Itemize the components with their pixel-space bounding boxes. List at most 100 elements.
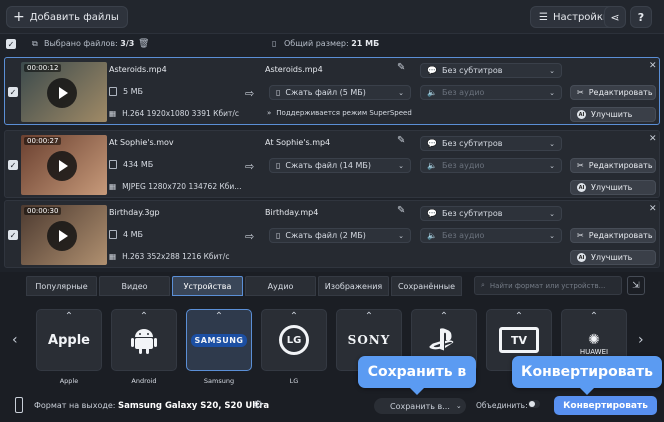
chevron-up-icon[interactable]: ⌃ (37, 312, 101, 322)
phone-icon (15, 397, 23, 413)
format-tab[interactable]: Сохранённые (391, 276, 462, 296)
output-file-name: Asteroids.mp4 (265, 65, 323, 74)
chevron-up-icon[interactable]: ⌃ (487, 312, 551, 322)
video-thumbnail[interactable]: 00:00:12 (21, 62, 107, 122)
convert-callout: Конвертировать (512, 356, 662, 395)
play-icon[interactable] (47, 151, 77, 181)
format-tab[interactable]: Популярные (26, 276, 97, 296)
subtitles-select[interactable]: 💬 Без субтитров ⌄ (420, 206, 562, 221)
subtitles-select[interactable]: 💬 Без субтитров ⌄ (420, 136, 562, 151)
files-icon: ⧉ (32, 39, 38, 48)
chevron-up-icon[interactable]: ⌃ (562, 312, 626, 322)
share-button[interactable]: ⋖ (604, 6, 626, 28)
chevron-down-icon: ⌄ (549, 231, 555, 240)
format-tab[interactable]: Устройства (172, 276, 243, 296)
play-icon[interactable] (47, 78, 77, 108)
select-all-checkbox[interactable]: ✓ (6, 39, 16, 49)
convert-arrow-icon: ⇨ (245, 87, 255, 100)
compress-icon: ▯ (276, 231, 281, 240)
device-card[interactable]: ⌃ (111, 309, 177, 371)
add-files-button[interactable]: + Добавить файлы (6, 6, 128, 28)
rename-pencil-icon[interactable]: ✎ (397, 205, 405, 216)
play-icon[interactable] (47, 221, 77, 251)
app-window: + Добавить файлы ☰ Настройки ⋖ ? ✓ ⧉ Выб… (0, 0, 664, 422)
custom-format-icon[interactable]: ⇲ (627, 276, 645, 295)
output-format: Формат на выходе: Samsung Galaxy S20, S2… (34, 401, 270, 411)
audio-select[interactable]: 🔈 Без аудио ⌄ (420, 158, 562, 173)
convert-button[interactable]: Конвертировать (554, 396, 657, 415)
subtitles-icon: 💬 (427, 139, 437, 148)
audio-select[interactable]: 🔈 Без аудио ⌄ (420, 228, 562, 243)
device-card[interactable]: ⌃ Apple (36, 309, 102, 371)
file-row[interactable]: ✓ 00:00:27 At Sophie's.mov 434 МБ ▦ MJPEG… (4, 130, 660, 198)
compress-select[interactable]: ▯ Сжать файл (2 МБ) ⌄ (269, 228, 411, 243)
file-checkbox[interactable]: ✓ (8, 230, 18, 240)
improve-button[interactable]: AI Улучшить (570, 250, 656, 265)
edit-button[interactable]: ✂ Редактировать (570, 85, 656, 100)
rename-pencil-icon[interactable]: ✎ (397, 135, 405, 146)
save-to-button[interactable]: Сохранить в... ⌄ (374, 398, 466, 414)
chevron-down-icon: ⌄ (549, 161, 555, 170)
chevron-up-icon[interactable]: ⌃ (112, 312, 176, 322)
file-row[interactable]: ✓ 00:00:30 Birthday.3gp 4 МБ ▦ H.263 352x… (4, 200, 660, 268)
lg-logo: LG (279, 325, 309, 355)
rename-pencil-icon[interactable]: ✎ (397, 62, 405, 73)
edit-button[interactable]: ✂ Редактировать (570, 158, 656, 173)
close-icon[interactable]: ✕ (649, 134, 657, 144)
chevron-right-icon[interactable]: › (638, 332, 644, 348)
compress-select[interactable]: ▯ Сжать файл (14 МБ) ⌄ (269, 158, 411, 173)
close-icon[interactable]: ✕ (649, 61, 657, 71)
subtitles-icon: 💬 (427, 209, 437, 218)
file-checkbox[interactable]: ✓ (8, 160, 18, 170)
output-format-value: Samsung Galaxy S20, S20 Ultra (118, 401, 270, 411)
close-icon[interactable]: ✕ (649, 204, 657, 214)
chevron-down-icon: ⌄ (455, 402, 462, 410)
file-checkbox[interactable]: ✓ (8, 87, 18, 97)
audio-select[interactable]: 🔈 Без аудио ⌄ (420, 85, 562, 100)
video-thumbnail[interactable]: 00:00:30 (21, 205, 107, 265)
merge-toggle[interactable] (528, 400, 540, 408)
plus-icon: + (13, 9, 25, 25)
format-tab[interactable]: Аудио (245, 276, 316, 296)
audio-icon: 🔈 (427, 88, 437, 97)
ai-icon: AI (577, 110, 586, 119)
file-row[interactable]: ✓ 00:00:12 Asteroids.mp4 5 МБ ▦ H.264 192… (4, 57, 660, 125)
improve-button[interactable]: AI Улучшить (570, 180, 656, 195)
format-tab[interactable]: Изображения (318, 276, 389, 296)
chevron-left-icon[interactable]: ‹ (12, 332, 18, 348)
source-file-name: Birthday.3gp (109, 208, 160, 217)
selected-files-text: Выбрано файлов: 3/3 (44, 39, 135, 48)
video-thumbnail[interactable]: 00:00:27 (21, 135, 107, 195)
playstation-icon (429, 328, 454, 351)
format-search-input[interactable]: ⌕ Найти формат или устройств... (474, 276, 622, 295)
chevron-up-icon[interactable]: ⌃ (262, 312, 326, 322)
chevron-up-icon[interactable]: ⌃ (187, 312, 251, 322)
scissors-icon: ✂ (577, 161, 584, 170)
total-size-text: Общий размер: 21 МБ (284, 39, 380, 48)
apple-logo: Apple (48, 332, 90, 348)
chevron-up-icon[interactable]: ⌃ (337, 312, 401, 322)
device-card[interactable]: ⌃ LG (261, 309, 327, 371)
audio-icon: 🔈 (427, 231, 437, 240)
compress-select[interactable]: ▯ Сжать файл (5 МБ) ⌄ (269, 85, 411, 100)
duration-label: 00:00:12 (24, 64, 62, 72)
help-icon: ? (637, 10, 645, 24)
trash-icon[interactable]: 🗑 (138, 39, 149, 49)
gear-icon[interactable]: ⚙ (253, 398, 263, 411)
subtitles-select[interactable]: 💬 Без субтитров ⌄ (420, 63, 562, 78)
format-tabs: Популярные Видео Устройства Аудио Изображени… (26, 276, 462, 296)
file-icon (109, 87, 117, 96)
selection-bar: ✓ ⧉ Выбрано файлов: 3/3 🗑 ▯ Общий размер… (0, 34, 664, 54)
format-tab[interactable]: Видео (99, 276, 170, 296)
file-icon (109, 230, 117, 239)
device-card[interactable]: ⌃ SAMSUNG (186, 309, 252, 371)
compress-icon: ▯ (276, 88, 281, 97)
scissors-icon: ✂ (577, 88, 584, 97)
convert-arrow-icon: ⇨ (245, 230, 255, 243)
convert-arrow-icon: ⇨ (245, 160, 255, 173)
chevron-up-icon[interactable]: ⌃ (412, 312, 476, 322)
edit-button[interactable]: ✂ Редактировать (570, 228, 656, 243)
device-label: Apple (59, 377, 79, 385)
improve-button[interactable]: AI Улучшить (570, 107, 656, 122)
help-button[interactable]: ? (630, 6, 652, 28)
